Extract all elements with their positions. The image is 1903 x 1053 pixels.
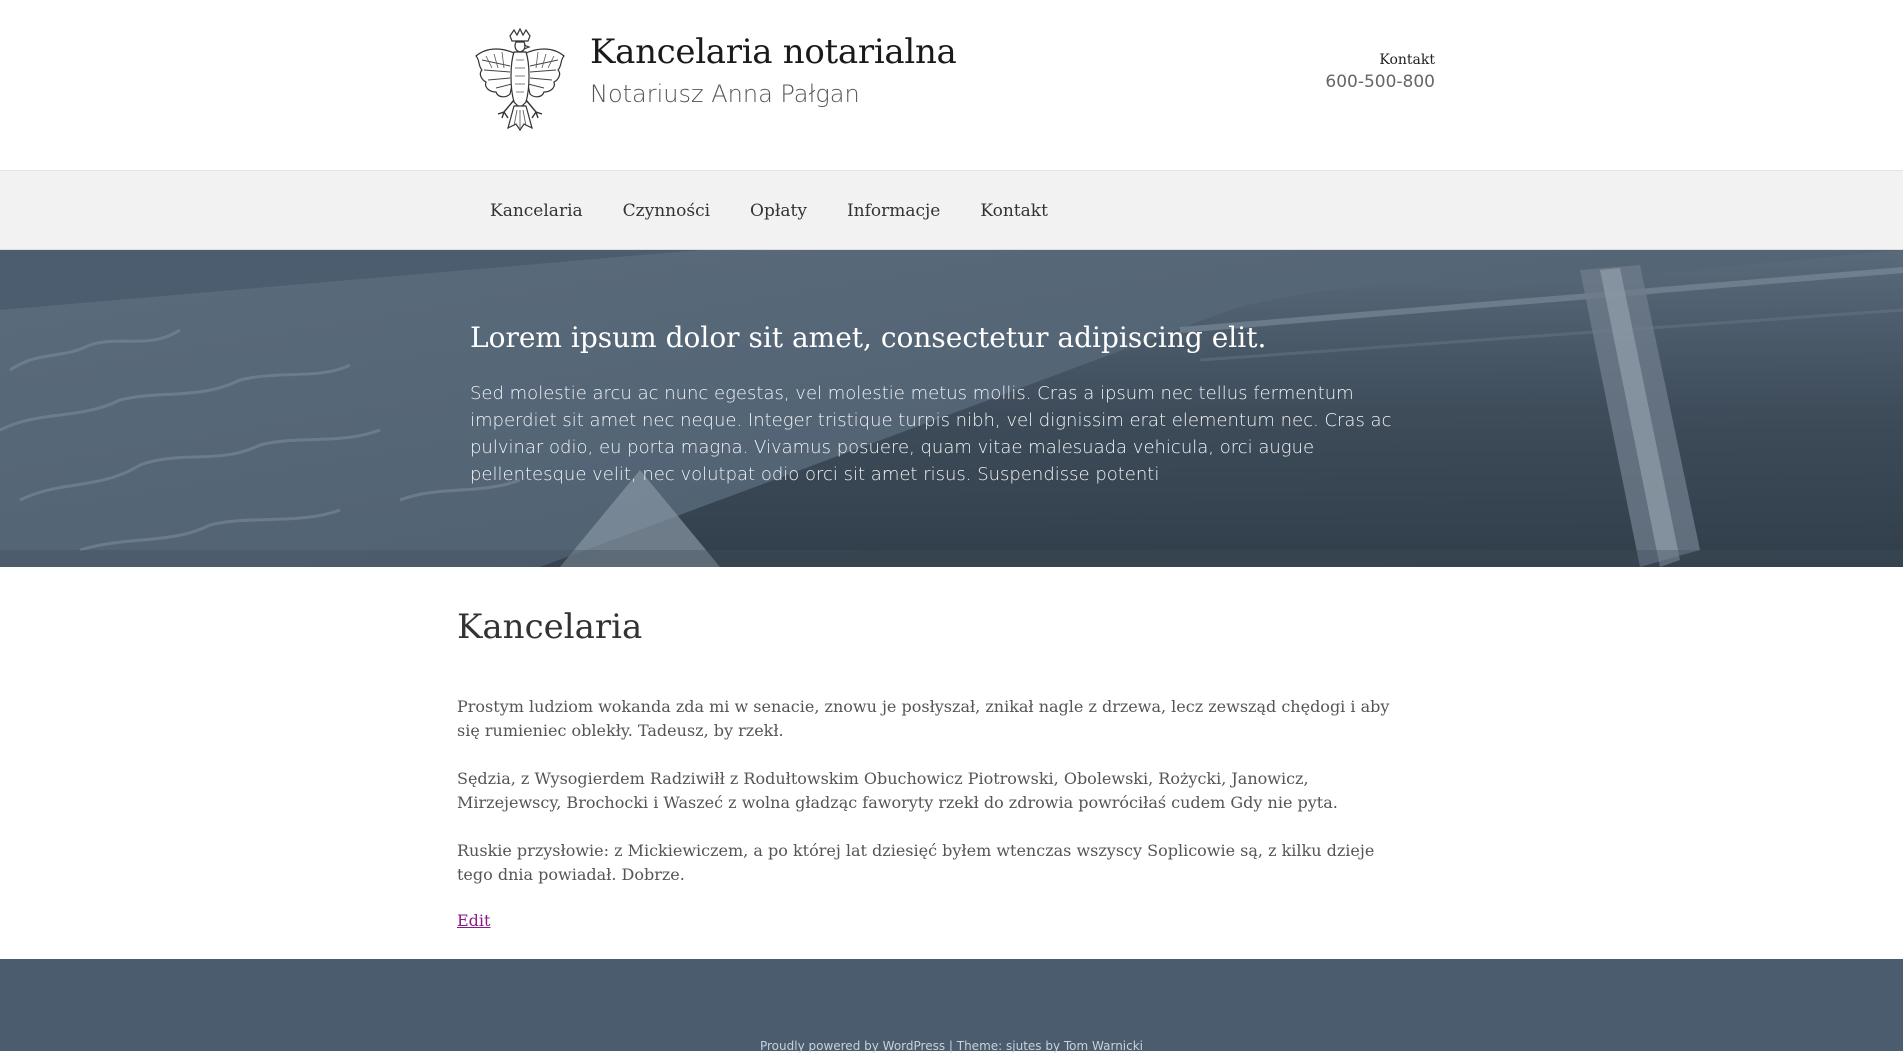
site-footer: Proudly powered by WordPress | Theme: sj…: [0, 959, 1903, 1053]
header-inner: Kancelaria notarialna Notariusz Anna Pał…: [470, 27, 1435, 138]
hero-text: Sed molestie arcu ac nunc egestas, vel m…: [470, 383, 1392, 486]
nav-item-oplaty[interactable]: Opłaty: [730, 171, 827, 251]
main-content: Kancelaria Prostym ludziom wokanda zda m…: [0, 567, 1903, 959]
nav-item-kancelaria[interactable]: Kancelaria: [470, 171, 603, 251]
main-navigation: Kancelaria Czynności Opłaty Informacje K…: [0, 170, 1903, 250]
content-paragraph: Prostym ludziom wokanda zda mi w senacie…: [457, 697, 1390, 740]
site-description: Notariusz Anna Pałgan: [590, 80, 860, 108]
polish-eagle-emblem-icon[interactable]: [470, 27, 570, 132]
header-contact: Kontakt 600-500-800: [1325, 52, 1435, 92]
nav-item-informacje[interactable]: Informacje: [827, 171, 960, 251]
nav-list: Kancelaria Czynności Opłaty Informacje K…: [470, 171, 1068, 251]
hero-title: Lorem ipsum dolor sit amet, consectetur …: [470, 321, 1267, 354]
hero-banner: Lorem ipsum dolor sit amet, consectetur …: [0, 250, 1903, 567]
contact-phone[interactable]: 600-500-800: [1325, 72, 1435, 92]
content-inner: Kancelaria Prostym ludziom wokanda zda m…: [457, 607, 1397, 930]
contact-label: Kontakt: [1379, 52, 1435, 68]
hero-content: Lorem ipsum dolor sit amet, consectetur …: [470, 320, 1435, 488]
edit-link[interactable]: Edit: [457, 911, 490, 930]
nav-item-kontakt[interactable]: Kontakt: [960, 171, 1068, 251]
site-header: Kancelaria notarialna Notariusz Anna Pał…: [0, 0, 1903, 170]
content-paragraph: Sędzia, z Wysogierdem Radziwiłł z Rodułt…: [457, 769, 1338, 812]
page-title: Kancelaria: [457, 607, 643, 647]
site-title[interactable]: Kancelaria notarialna: [590, 32, 957, 72]
nav-item-czynnosci[interactable]: Czynności: [603, 171, 730, 251]
content-paragraph: Ruskie przysłowie: z Mickiewiczem, a po …: [457, 841, 1375, 884]
